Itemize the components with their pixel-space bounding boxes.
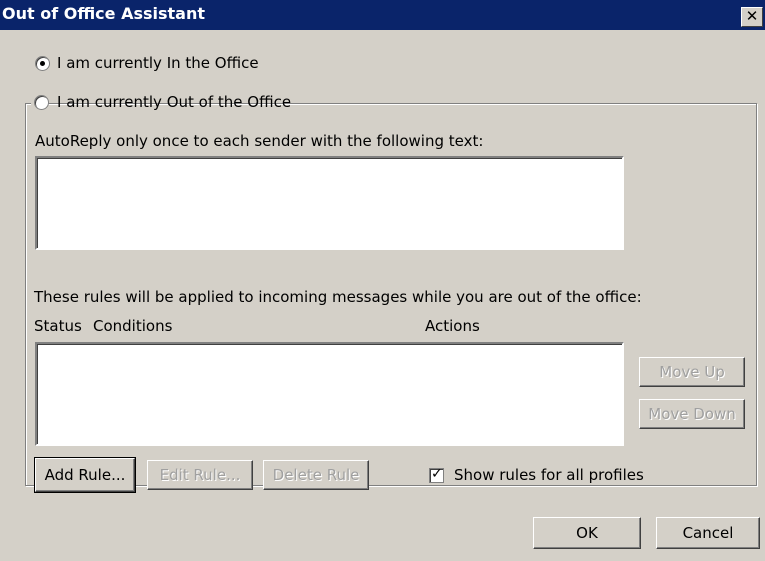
- window-title: Out of Office Assistant: [2, 4, 206, 23]
- autoreply-label: AutoReply only once to each sender with …: [35, 132, 484, 150]
- move-down-button[interactable]: Move Down: [639, 399, 745, 429]
- ok-button[interactable]: OK: [533, 517, 641, 549]
- out-of-office-radio[interactable]: [34, 95, 49, 110]
- move-up-button[interactable]: Move Up: [639, 357, 745, 387]
- rules-list[interactable]: [35, 342, 624, 446]
- column-header-status[interactable]: Status: [34, 317, 82, 335]
- delete-rule-button[interactable]: Delete Rule: [263, 460, 369, 490]
- radio-selected-dot: [40, 61, 45, 66]
- show-all-profiles-label[interactable]: Show rules for all profiles: [454, 466, 644, 484]
- add-rule-button[interactable]: Add Rule...: [34, 457, 136, 493]
- checkmark-icon: ✓: [431, 466, 443, 482]
- close-icon: ✕: [745, 7, 759, 25]
- cancel-button[interactable]: Cancel: [656, 517, 760, 549]
- close-button[interactable]: ✕: [741, 7, 763, 27]
- out-of-office-label[interactable]: I am currently Out of the Office: [57, 93, 291, 111]
- rules-description: These rules will be applied to incoming …: [34, 288, 642, 306]
- show-all-profiles-checkbox[interactable]: ✓: [429, 466, 444, 483]
- autoreply-text-field[interactable]: [35, 156, 624, 250]
- in-office-radio[interactable]: [35, 56, 50, 71]
- column-header-actions[interactable]: Actions: [425, 317, 480, 335]
- in-office-label[interactable]: I am currently In the Office: [57, 54, 259, 72]
- column-header-conditions[interactable]: Conditions: [93, 317, 172, 335]
- title-bar: Out of Office Assistant ✕: [0, 0, 765, 30]
- out-of-office-legend: I am currently Out of the Office: [31, 91, 291, 115]
- edit-rule-button[interactable]: Edit Rule...: [147, 460, 253, 490]
